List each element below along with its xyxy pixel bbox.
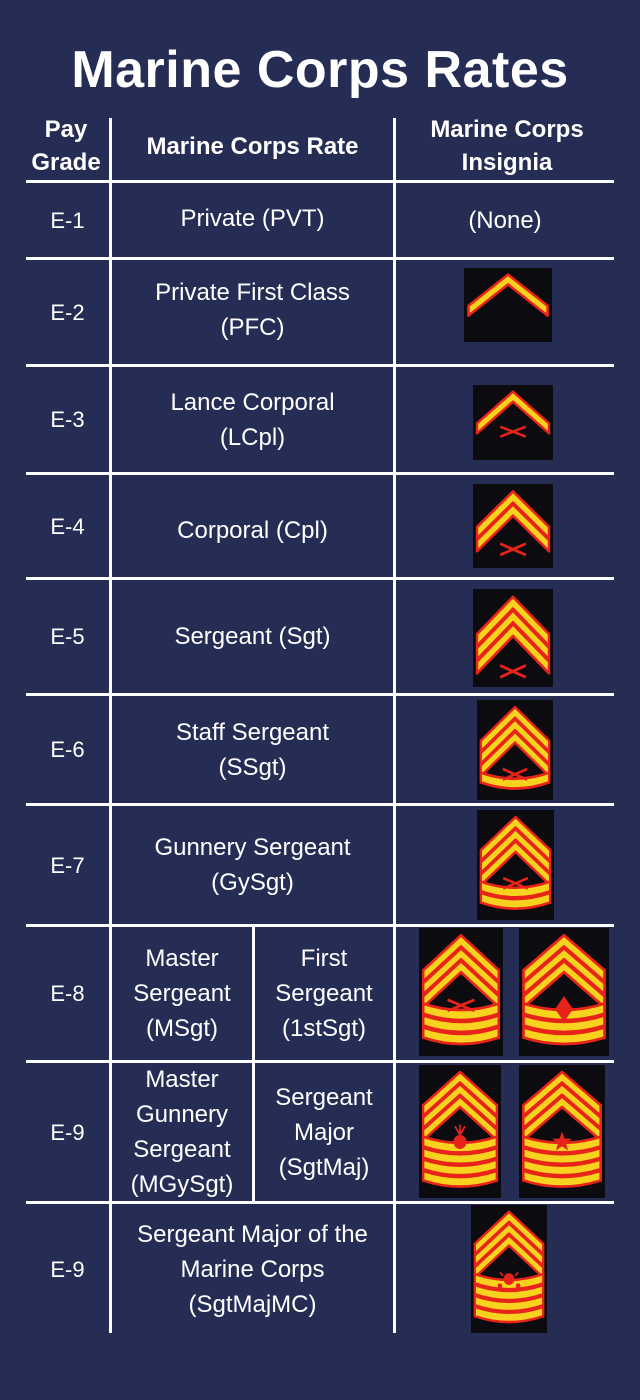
pay-grade: E-4 xyxy=(50,513,85,539)
cpl-chevron-svg xyxy=(473,484,553,568)
pfc-chevron-svg xyxy=(464,268,552,342)
sgt-chevron-icon xyxy=(473,589,553,687)
msgt-chevron-svg xyxy=(419,928,503,1056)
gysgt-chevron-icon xyxy=(477,810,554,920)
sgtmajmc-chevron-svg xyxy=(471,1205,547,1333)
ssgt-chevron-icon xyxy=(477,700,553,800)
ssgt-chevron-svg xyxy=(477,700,553,800)
header-rate: Marine Corps Rate xyxy=(146,132,359,160)
sgtmaj-chevron-icon xyxy=(519,1065,605,1198)
msgt-chevron-icon xyxy=(419,928,503,1056)
rate-name: Private (PVT) xyxy=(180,204,325,232)
sgtmaj-chevron-svg xyxy=(519,1065,605,1198)
gysgt-chevron-svg xyxy=(477,810,554,920)
rate-name: Corporal (Cpl) xyxy=(177,516,328,544)
rate-name: Sergeant (Sgt) xyxy=(174,623,331,650)
rate-name: Private First Class (PFC) xyxy=(155,279,350,341)
header-pay-grade: Pay Grade xyxy=(31,116,101,176)
mgysgt-chevron-icon xyxy=(419,1065,501,1198)
rate-name: Sergeant Major of the Marine Corps (SgtM… xyxy=(137,1220,368,1318)
rate-name: Staff Sergeant (SSgt) xyxy=(176,718,329,781)
rate-name: First Sergeant (1stSgt) xyxy=(275,945,373,1042)
sgt-chevron-svg xyxy=(473,589,553,687)
lcpl-chevron-svg xyxy=(473,385,553,460)
lcpl-chevron-icon xyxy=(473,385,553,460)
column-divider-2 xyxy=(393,118,396,1333)
1stsgt-chevron-svg xyxy=(519,928,609,1056)
pay-grade: E-1 xyxy=(50,207,85,233)
pay-grade: E-8 xyxy=(50,981,85,1006)
pay-grade: E-5 xyxy=(50,624,85,649)
rate-name: Lance Corporal (LCpl) xyxy=(170,388,335,451)
pay-grade: E-7 xyxy=(50,852,85,878)
pay-grade: E-9 xyxy=(50,1119,85,1145)
rate-name: Sergeant Major (SgtMaj) xyxy=(275,1083,373,1181)
pay-grade: E-9 xyxy=(50,1256,85,1282)
insignia-none-text: (None) xyxy=(468,206,542,234)
header-insignia: Marine Corps Insignia xyxy=(430,116,584,176)
rate-name: Gunnery Sergeant (GySgt) xyxy=(154,834,351,896)
sgtmajmc-chevron-icon xyxy=(471,1205,547,1333)
1stsgt-chevron-icon xyxy=(519,928,609,1056)
pay-grade: E-6 xyxy=(50,737,85,762)
pfc-chevron-icon xyxy=(464,268,552,342)
rate-name: Master Gunnery Sergeant (MGySgt) xyxy=(130,1066,234,1198)
pay-grade: E-2 xyxy=(50,299,85,325)
page-title: Marine Corps Rates xyxy=(71,41,569,99)
mgysgt-chevron-svg xyxy=(419,1065,501,1198)
pay-grade: E-3 xyxy=(50,407,85,432)
rate-name: Master Sergeant (MSgt) xyxy=(133,945,231,1042)
cpl-chevron-icon xyxy=(473,484,553,568)
